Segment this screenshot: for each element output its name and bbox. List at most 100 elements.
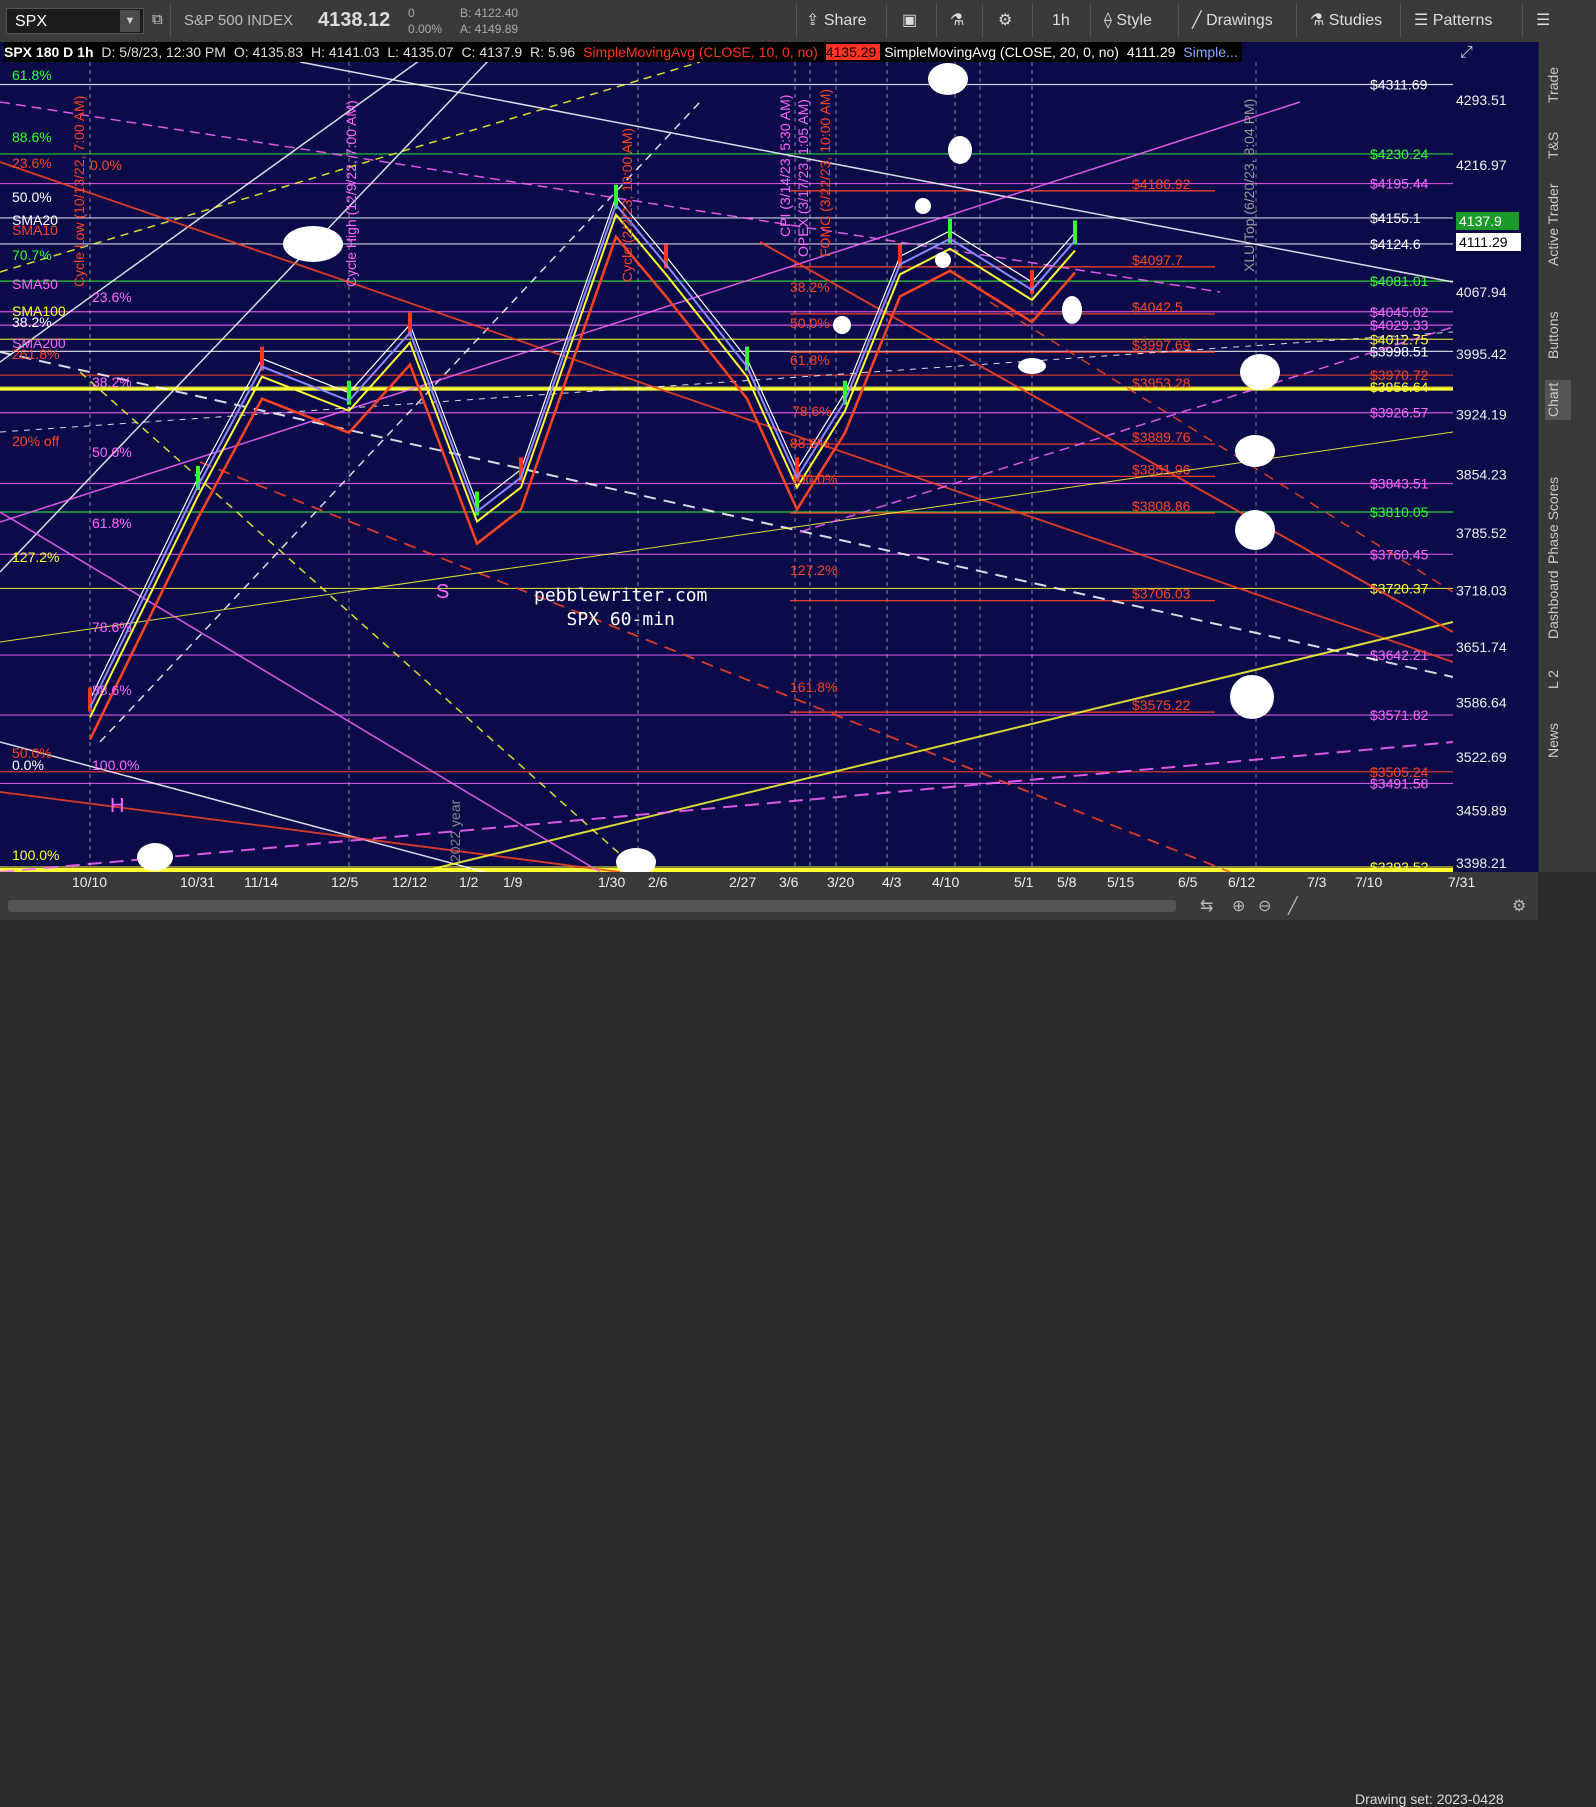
red-level-label: $3889.76 (1132, 429, 1191, 445)
target-circle (1230, 675, 1274, 719)
style-button[interactable]: ⟠ Style (1104, 0, 1152, 42)
level-label: $3760.45 (1370, 546, 1429, 562)
x-tick-label: 10/10 (72, 874, 108, 890)
tab-active-trader[interactable]: Active Trader (1545, 180, 1571, 270)
y-tick-label: 3995.42 (1456, 346, 1507, 362)
zoom-icon[interactable]: ⊖ (1258, 896, 1271, 916)
head-label: H (110, 795, 124, 817)
gear-icon[interactable]: ⚙ (998, 0, 1012, 42)
divider (1178, 4, 1179, 38)
fib-label: 70.7% (12, 247, 52, 263)
tab-chart[interactable]: Chart (1545, 380, 1571, 420)
more-studies[interactable]: Simple... (1183, 44, 1241, 60)
expand-icon[interactable]: ⤢ (1460, 44, 1473, 62)
price-chart[interactable]: $4311.69 $4230.24 $4195.44 $4155.1 $4124.6 $4… (0, 42, 1538, 872)
pan-icon[interactable]: ⇆ (1200, 896, 1213, 916)
divider (982, 4, 983, 38)
watermark-subtitle: SPX 60-min (566, 609, 675, 630)
x-tick-label: 10/31 (180, 874, 216, 890)
drawings-button[interactable]: ╱ Drawings (1192, 0, 1273, 42)
status-bar (0, 920, 1596, 938)
trendline (299, 61, 1454, 283)
settings-icon[interactable]: ⚙ (1512, 896, 1526, 916)
tab-news[interactable]: News (1545, 720, 1571, 760)
y-tick-label: 3854.23 (1456, 466, 1507, 482)
divider (796, 4, 797, 38)
trendline (99, 101, 701, 743)
divider (1522, 4, 1523, 38)
top-toolbar: SPX ▼ ⧉ S&P 500 INDEX 4138.12 0 0.00% B:… (0, 0, 1596, 43)
tab-buttons[interactable]: Buttons (1545, 300, 1571, 370)
event-label: Cycle Low (10/13/22, 7:00 AM) (71, 96, 87, 287)
tab-trade[interactable]: Trade (1545, 60, 1571, 110)
trendline (419, 621, 1454, 872)
fib-label: 23.6% (12, 155, 52, 171)
crosshair-icon[interactable]: ⊕ (1232, 896, 1245, 916)
fib-label-center: 78.6% (792, 403, 832, 419)
target-circle (1235, 510, 1275, 550)
drawing-set-label[interactable]: Drawing set: 2023-0428 (1355, 1791, 1504, 1807)
trendline (0, 431, 1454, 643)
tab-l-2[interactable]: L 2 (1545, 660, 1571, 700)
event-label: OPEX (3/17/23, 1:05 AM) (795, 99, 811, 257)
patterns-label: Patterns (1432, 12, 1493, 29)
divider (886, 4, 887, 38)
share-button[interactable]: ⇪ Share (806, 0, 867, 42)
studies-label: Studies (1328, 12, 1383, 29)
x-tick-label: 7/3 (1307, 874, 1327, 890)
fib-label-center: 50.0% (790, 315, 830, 331)
level-label: $3810.05 (1370, 504, 1429, 520)
y-tick-label: 3651.74 (1456, 639, 1507, 655)
horizontal-scrollbar[interactable] (8, 900, 1176, 912)
fib-label-center: 161.8% (790, 679, 837, 695)
draw-tool-icon[interactable]: ╱ (1288, 896, 1298, 916)
chart-header: SPX 180 D 1h D: 5/8/23, 12:30 PM O: 4135… (4, 42, 1242, 62)
x-tick-label: 12/12 (392, 874, 428, 890)
fib-label: 127.2% (12, 549, 59, 565)
divider (936, 4, 937, 38)
event-label: XLU Top (6/20/23, 8:04 PM) (1241, 99, 1257, 272)
fib-label: 100.0% (12, 847, 59, 863)
bar-low: L: 4135.07 (387, 44, 454, 60)
event-label: CPI (3/14/23, 5:30 AM) (777, 95, 793, 237)
sma10-line (89, 202, 1076, 708)
x-tick-label: 1/30 (598, 874, 626, 890)
red-level-label: $3808.86 (1132, 498, 1191, 514)
studies-button[interactable]: ⚗ Studies (1310, 0, 1382, 42)
x-tick-label: 5/15 (1107, 874, 1135, 890)
fib-label-center: 100.0% (790, 471, 837, 487)
fib-label-mid: 100.0% (92, 757, 139, 773)
chevron-down-icon[interactable]: ▼ (120, 10, 140, 32)
menu-icon[interactable]: ☰ (1536, 0, 1550, 42)
level-label: $3571.82 (1370, 707, 1429, 723)
divider (1090, 4, 1091, 38)
fib-label-center: 38.2% (790, 279, 830, 295)
y-tick-label: 4293.51 (1456, 92, 1507, 108)
fib-label-center: 127.2% (790, 562, 837, 578)
camera-icon[interactable]: ▣ (902, 0, 917, 42)
red-level-label: $3851.96 (1132, 461, 1191, 477)
fib-label: 88.6% (12, 129, 52, 145)
flask-icon[interactable]: ⚗ (950, 0, 964, 42)
target-circle (1235, 435, 1275, 467)
trendline (199, 461, 1231, 872)
y-tick-label: 3785.52 (1456, 525, 1507, 541)
fib-label-mid: 50.0% (92, 444, 132, 460)
trendline (0, 741, 1454, 872)
link-icon[interactable]: ⧉ (152, 11, 163, 28)
target-circle (283, 226, 343, 262)
tab-phase-scores[interactable]: Phase Scores (1545, 470, 1571, 570)
trendline (759, 241, 1454, 633)
bid-price: B: 4122.40 (460, 6, 519, 20)
pencil-icon: ╱ (1192, 12, 1207, 29)
fib-label-mid: 23.6% (92, 289, 132, 305)
watermark: pebblewriter.com SPX 60-min (534, 584, 707, 632)
tab-dashboard[interactable]: Dashboard (1545, 560, 1571, 650)
target-circle (935, 252, 951, 268)
interval-button[interactable]: 1h (1052, 0, 1070, 42)
patterns-button[interactable]: ☰ Patterns (1414, 0, 1492, 42)
fib-label: 20% off (12, 433, 59, 449)
tab-t-s[interactable]: T&S (1545, 120, 1571, 170)
target-circle (137, 843, 173, 871)
sma20-label: SimpleMovingAvg (CLOSE, 20, 0, no) (884, 44, 1119, 60)
